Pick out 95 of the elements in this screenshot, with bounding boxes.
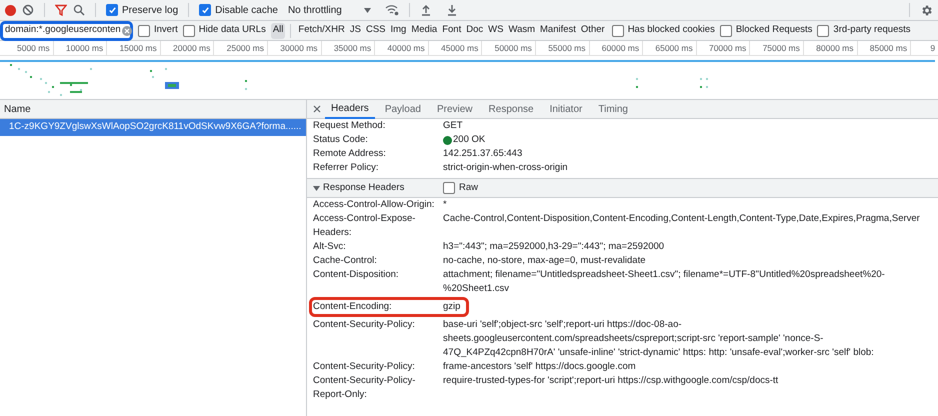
- type-filter-tab[interactable]: Fetch/XHR: [296, 22, 347, 38]
- type-filter-tab[interactable]: WS: [486, 22, 506, 38]
- checkbox[interactable]: [817, 24, 830, 36]
- timeline-tick-label: 45000 ms: [428, 41, 482, 55]
- timeline-tick-label: 15000 ms: [107, 41, 161, 55]
- name-column-header[interactable]: Name: [0, 100, 306, 119]
- header-name: Access-Control-Allow-Origin:: [313, 198, 436, 212]
- clear-icon[interactable]: [22, 4, 34, 16]
- timeline-tick-label: 9: [929, 42, 936, 55]
- timeline-tick-label: 40000 ms: [375, 41, 429, 55]
- header-value: attachment; filename="Untitledspreadsheet-Sheet1.csv"; filename*=UTF-8''Untitled%20spreadsheet%20-%20Sheet1.csv: [443, 268, 886, 296]
- type-filter-tab[interactable]: Doc: [464, 22, 486, 38]
- type-filter-tab[interactable]: Other: [578, 22, 607, 38]
- checkbox[interactable]: [199, 4, 212, 16]
- header-name: Content-Security-Policy:: [313, 360, 416, 374]
- type-filter-tab[interactable]: Manifest: [538, 22, 578, 38]
- header-value: strict-origin-when-cross-origin: [443, 161, 568, 175]
- checkbox[interactable]: [106, 4, 118, 16]
- details-tab[interactable]: Response: [482, 100, 540, 118]
- timeline-tick-label: 10000 ms: [54, 41, 108, 55]
- checkbox-label: 3rd-party requests: [833, 23, 910, 38]
- type-filter-tab[interactable]: CSS: [364, 22, 388, 38]
- checkbox[interactable]: [443, 182, 455, 194]
- header-name: Remote Address:: [313, 147, 387, 161]
- checkbox-label: Disable cache: [215, 4, 278, 18]
- clear-icon[interactable]: [122, 26, 132, 36]
- header-name: Content-Security-Policy-Report-Only:: [313, 374, 416, 402]
- caret-icon: [364, 8, 371, 12]
- details-tab[interactable]: Timing: [592, 100, 634, 118]
- header-name: Content-Security-Policy:: [313, 318, 416, 332]
- timeline-tick-label: 85000 ms: [858, 41, 912, 55]
- checkbox[interactable]: [720, 24, 732, 36]
- header-value: gzip: [443, 300, 460, 314]
- filter-field[interactable]: domain:*.googleuserconten: [0, 20, 133, 40]
- type-filter-tab[interactable]: Media: [409, 22, 440, 38]
- checkbox[interactable]: [182, 24, 195, 36]
- header-name: Referrer Policy:: [313, 161, 380, 175]
- type-filter-tab[interactable]: All: [270, 22, 286, 38]
- details-tab[interactable]: Preview: [430, 100, 479, 118]
- header-name: Alt-Svc:: [313, 240, 347, 254]
- timeline-tick-label: 60000 ms: [590, 41, 644, 55]
- checkbox[interactable]: [138, 24, 150, 36]
- header-name: Cache-Control:: [313, 254, 378, 268]
- checkbox-label: Preserve log: [122, 4, 178, 18]
- header-name: Content-Disposition:: [313, 268, 400, 282]
- details-tab[interactable]: Headers: [325, 100, 375, 118]
- checkbox[interactable]: [612, 24, 624, 36]
- details-tab[interactable]: Payload: [378, 100, 427, 118]
- timeline-tick-label: 25000 ms: [214, 41, 268, 55]
- timeline-tick-label: 65000 ms: [643, 41, 697, 55]
- header-value: h3=":443"; ma=2592000,h3-29=":443"; ma=2592000: [443, 240, 666, 254]
- type-filter-tab[interactable]: Wasm: [506, 22, 538, 38]
- timeline-tick-label: 55000 ms: [536, 41, 590, 55]
- expand-arrow-icon: [313, 184, 320, 192]
- timeline-tick-label: 50000 ms: [482, 41, 536, 55]
- filter-icon[interactable]: [55, 4, 67, 16]
- header-name: Access-Control-Expose-Headers:: [313, 212, 416, 240]
- header-name: Status Code:: [313, 133, 369, 147]
- checkbox-label: Blocked Requests: [736, 23, 812, 38]
- search-icon[interactable]: [73, 4, 85, 16]
- type-filter-tab[interactable]: Img: [388, 22, 408, 38]
- timeline-tick-label: 30000 ms: [268, 41, 322, 55]
- timeline-tick-label: 35000 ms: [322, 41, 376, 55]
- upload-icon[interactable]: [420, 4, 432, 16]
- record-button[interactable]: [5, 4, 16, 16]
- type-filter-tab[interactable]: Font: [440, 22, 464, 38]
- checkbox-label: Has blocked cookies: [628, 23, 715, 38]
- section-header[interactable]: Response Headers: [313, 181, 443, 195]
- header-value: frame-ancestors 'self' https://docs.google.com: [443, 360, 637, 374]
- checkbox-label: Hide data URLs: [198, 23, 266, 38]
- header-name: Content-Encoding:: [313, 300, 393, 314]
- timeline-tick-label: 80000 ms: [804, 41, 858, 55]
- header-value: 142.251.37.65:443: [443, 147, 522, 161]
- header-value: GET: [443, 119, 463, 133]
- settings-icon[interactable]: [920, 4, 933, 16]
- header-value: 200 OK: [453, 133, 486, 147]
- checkbox-label: Invert: [154, 23, 178, 38]
- download-icon[interactable]: [446, 4, 458, 16]
- timeline-tick-label: 20000 ms: [160, 41, 214, 55]
- timeline-tick-label: 5000 ms: [0, 41, 54, 55]
- header-value: *: [443, 198, 448, 212]
- request-row[interactable]: 1C-z9KGY9ZVglswXsWlAopSO2grcK811vOdSKvw9X6GA?forma......: [0, 119, 306, 136]
- type-filter-tab[interactable]: JS: [348, 22, 363, 38]
- network-conditions-icon[interactable]: [384, 4, 399, 16]
- header-value: require-trusted-types-for 'script';report-uri https://csp.withgoogle.com/csp/docs-tt: [443, 374, 780, 388]
- header-name: Request Method:: [313, 119, 386, 133]
- header-value: no-cache, no-store, max-age=0, must-revalidate: [443, 254, 647, 268]
- details-tab[interactable]: Initiator: [544, 100, 588, 118]
- throttling-select[interactable]: No throttling: [288, 2, 371, 18]
- close-icon[interactable]: [313, 105, 321, 113]
- timeline-tick-label: 75000 ms: [750, 41, 804, 55]
- checkbox-label: Raw: [459, 181, 478, 195]
- header-value: base-uri 'self';object-src 'self';report-uri https://doc-08-ao-sheets.googleusercontent.com/spreadsheets/cspreport;script-src 'report-sample' 'nonce-S-47Q_K4PZq42cpn8H70rA' 'unsafe-inline' 'strict-dynamic' https: http: 'unsafe-eval';worker-src 'self' blob:: [443, 318, 875, 360]
- timeline-tick-label: 70000 ms: [696, 41, 750, 55]
- header-value: Cache-Control,Content-Disposition,Content-Encoding,Content-Length,Content-Type,Date,Expires,Pragma,Server: [443, 212, 921, 226]
